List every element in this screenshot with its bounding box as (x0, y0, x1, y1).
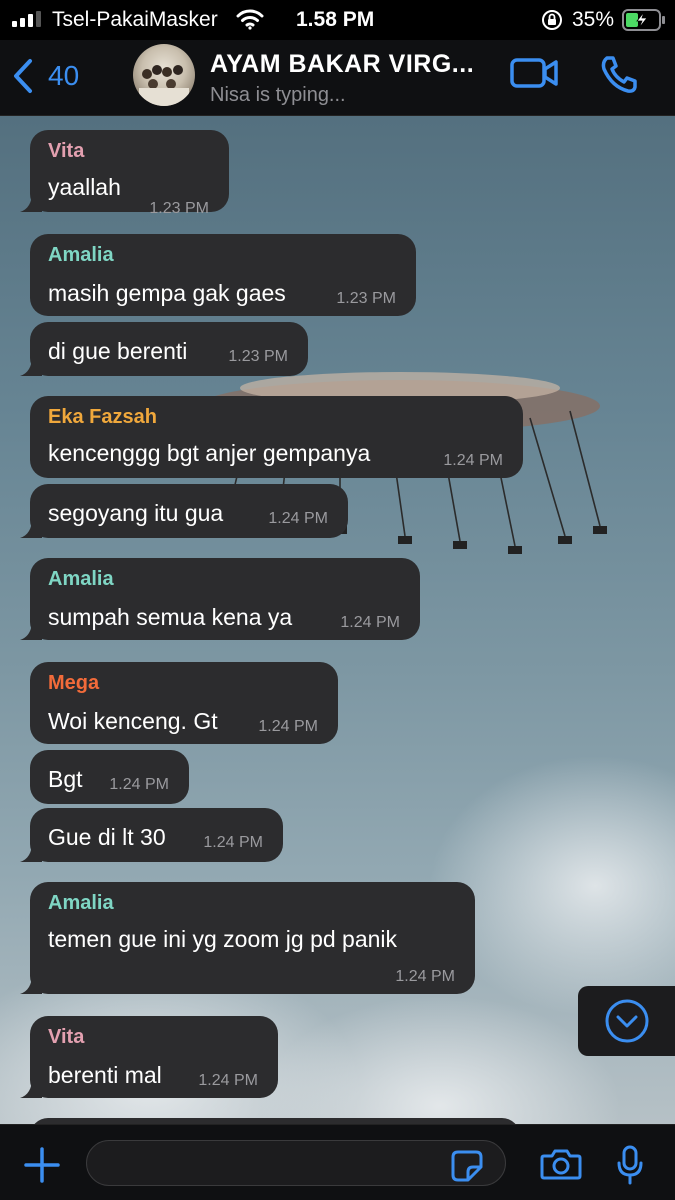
message-bubble[interactable]: Bgt 1.24 PM (30, 750, 189, 804)
plus-icon[interactable] (22, 1145, 62, 1185)
message-bubble[interactable]: Mega Woi kenceng. Gt 1.24 PM (30, 662, 338, 744)
bubble-tail (20, 842, 42, 862)
message-text: Bgt (48, 766, 83, 792)
message-time: 1.24 PM (340, 614, 400, 631)
chat-header: 40 AYAM BAKAR VIRG... Nisa is typing... (0, 40, 675, 116)
message-text: kencenggg bgt anjer gempanya (48, 440, 371, 466)
message-sender: Eka Fazsah (48, 406, 157, 428)
wifi-icon (236, 9, 264, 30)
signal-icon (12, 11, 41, 27)
bubble-tail (20, 356, 42, 376)
message-time: 1.23 PM (228, 348, 288, 365)
message-sender: Vita (48, 1026, 85, 1048)
scroll-to-bottom-button[interactable] (578, 986, 675, 1056)
carrier-name: Tsel-PakaiMasker (52, 8, 218, 31)
message-time: 1.24 PM (395, 968, 455, 985)
group-avatar[interactable] (133, 44, 195, 106)
chevron-down-icon (605, 999, 648, 1043)
message-bubble[interactable]: Amalia temen gue ini yg zoom jg pd panik… (20, 882, 475, 994)
unread-count: 40 (48, 60, 80, 91)
status-bar: Tsel-PakaiMasker 1.58 PM 35% (0, 0, 675, 40)
back-button[interactable]: 40 (12, 54, 102, 98)
message-input[interactable] (86, 1140, 506, 1186)
message-text: sumpah semua kena ya (48, 604, 293, 630)
message-text: Woi kenceng. Gt (48, 708, 218, 734)
bubble-tail (20, 192, 42, 212)
message-bubble[interactable]: di gue berenti 1.23 PM (20, 322, 308, 376)
group-photo-icon (139, 65, 189, 106)
message-bubble[interactable]: Eka Fazsah kencenggg bgt anjer gempanya … (30, 396, 523, 478)
message-sender: Mega (48, 672, 100, 694)
message-time: 1.23 PM (336, 290, 396, 307)
message-text: temen gue ini yg zoom jg pd panik (48, 926, 398, 952)
clock: 1.58 PM (296, 8, 375, 31)
phone-icon[interactable] (598, 54, 640, 96)
message-sender: Amalia (48, 568, 114, 590)
message-time: 1.24 PM (198, 1072, 258, 1089)
bubble-tail (20, 974, 42, 994)
group-title[interactable]: AYAM BAKAR VIRG... (210, 50, 474, 79)
camera-icon[interactable] (540, 1147, 582, 1181)
message-sender: Amalia (48, 892, 114, 914)
bubble-tail (20, 518, 42, 538)
message-bubble[interactable]: Vita berenti mal 1.24 PM (20, 1016, 278, 1098)
message-time: 1.23 PM (149, 200, 209, 217)
message-bubble[interactable]: Amalia masih gempa gak gaes 1.23 PM (30, 234, 416, 316)
battery-percent: 35% (572, 8, 615, 31)
message-sender: Vita (48, 140, 85, 162)
message-text: segoyang itu gua (48, 500, 224, 526)
message-input-bar (0, 1124, 675, 1200)
message-time: 1.24 PM (203, 834, 263, 851)
message-text: Gue di lt 30 (48, 824, 166, 850)
message-bubble[interactable]: Vita yaallah 1.23 PM (20, 130, 229, 217)
message-bubble[interactable]: Gue di lt 30 1.24 PM (20, 808, 283, 862)
message-bubble[interactable]: Amalia sumpah semua kena ya 1.24 PM (20, 558, 420, 640)
message-time: 1.24 PM (109, 776, 169, 793)
bubble-tail (20, 1078, 42, 1098)
message-time: 1.24 PM (268, 510, 328, 527)
microphone-icon[interactable] (616, 1145, 644, 1185)
video-call-icon[interactable] (510, 56, 558, 90)
chat-messages[interactable]: Vita yaallah 1.23 PM Amalia masih gempa … (0, 116, 675, 1124)
message-text: di gue berenti (48, 338, 188, 364)
bubble-tail (20, 620, 42, 640)
typing-status: Nisa is typing... (210, 84, 346, 106)
message-bubble[interactable]: segoyang itu gua 1.24 PM (20, 484, 348, 538)
message-time: 1.24 PM (258, 718, 318, 735)
sticker-icon[interactable] (450, 1149, 484, 1183)
rotation-lock-icon (542, 10, 562, 30)
message-time: 1.24 PM (443, 452, 503, 469)
message-text: masih gempa gak gaes (48, 280, 286, 306)
back-chevron-icon (14, 59, 32, 93)
message-sender: Amalia (48, 244, 114, 266)
message-text: berenti mal (48, 1062, 162, 1088)
message-text: yaallah (48, 174, 121, 200)
battery-charging-icon (622, 9, 665, 31)
